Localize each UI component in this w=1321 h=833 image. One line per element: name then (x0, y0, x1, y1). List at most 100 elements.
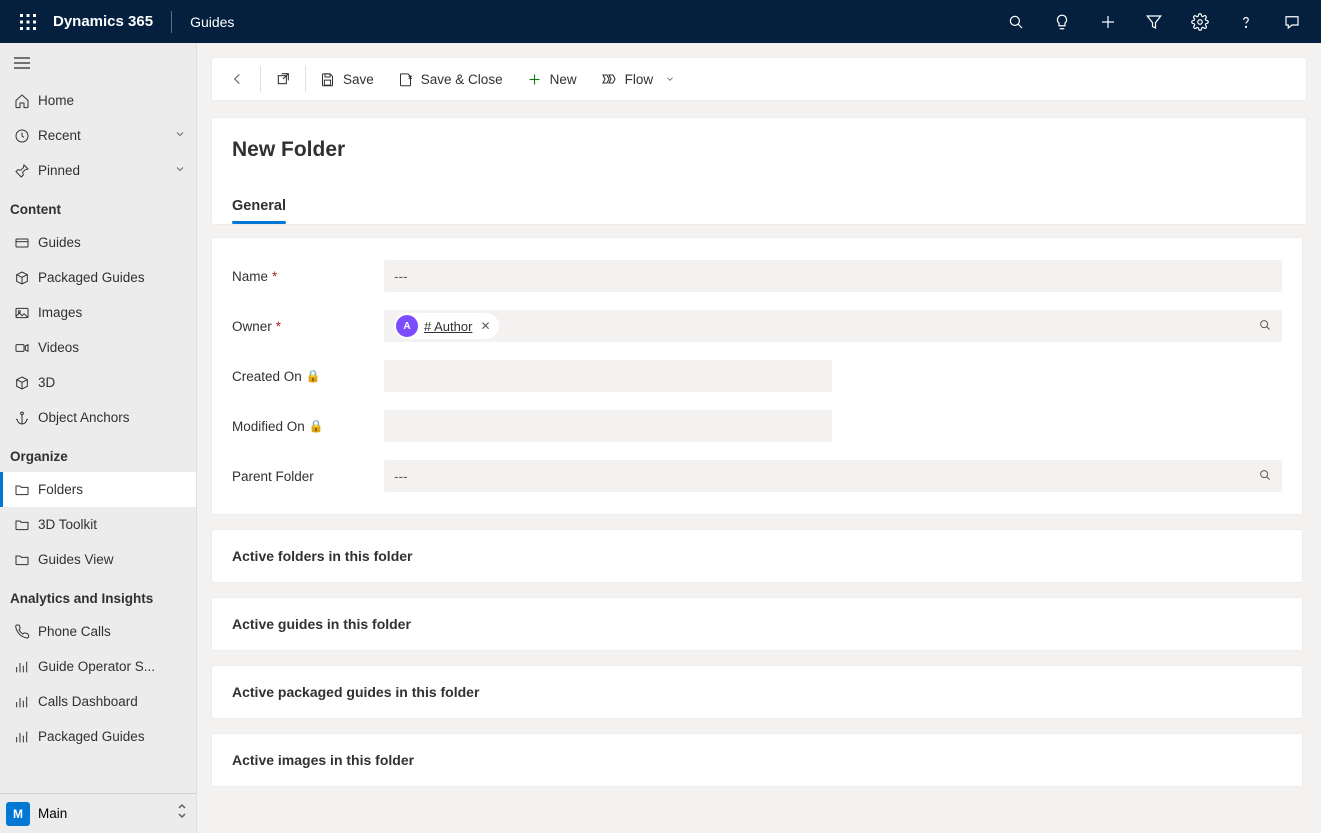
avatar: A (396, 315, 418, 337)
add-icon[interactable] (1085, 0, 1131, 43)
up-down-icon (176, 803, 188, 824)
nav-label: Guides View (38, 552, 186, 567)
flow-button[interactable]: Flow (589, 58, 688, 100)
active-images-section: Active images in this folder (211, 733, 1303, 787)
home-icon (14, 93, 38, 109)
nav-label: Guide Operator S... (38, 659, 186, 674)
chevron-down-icon (174, 128, 186, 143)
package-icon (14, 270, 38, 286)
divider (171, 11, 172, 33)
area-switcher[interactable]: M Main (0, 793, 196, 833)
nav-section-organize: Organize (0, 435, 196, 472)
chevron-down-icon (665, 74, 675, 84)
form-header: New Folder General (211, 117, 1307, 225)
nav-label: 3D (38, 375, 186, 390)
content-area: Save Save & Close New Flow New Folder Ge… (197, 43, 1321, 833)
owner-name[interactable]: # Author (424, 319, 472, 334)
help-icon[interactable] (1223, 0, 1269, 43)
name-field[interactable]: --- (384, 260, 1282, 292)
nav-home[interactable]: Home (0, 83, 196, 118)
settings-icon[interactable] (1177, 0, 1223, 43)
form-body[interactable]: Name * --- Owner * A # Author ✕ (211, 237, 1307, 833)
save-label: Save (343, 72, 374, 87)
new-label: New (550, 72, 577, 87)
owner-field[interactable]: A # Author ✕ (384, 310, 1282, 342)
nav-folders[interactable]: Folders (0, 472, 196, 507)
nav-packaged-guides-analytics[interactable]: Packaged Guides (0, 719, 196, 754)
nav-videos[interactable]: Videos (0, 330, 196, 365)
area-badge: M (6, 802, 30, 826)
folder-icon (14, 552, 38, 568)
parent-folder-field[interactable]: --- (384, 460, 1282, 492)
chevron-down-icon (174, 163, 186, 178)
active-packaged-section: Active packaged guides in this folder (211, 665, 1303, 719)
app-name[interactable]: Guides (190, 14, 234, 30)
clock-icon (14, 128, 38, 144)
phone-icon (14, 624, 38, 640)
chat-icon[interactable] (1269, 0, 1315, 43)
nav-guides[interactable]: Guides (0, 225, 196, 260)
filter-icon[interactable] (1131, 0, 1177, 43)
nav-calls-dashboard[interactable]: Calls Dashboard (0, 684, 196, 719)
command-bar: Save Save & Close New Flow (211, 57, 1307, 101)
nav-collapse-button[interactable] (0, 43, 196, 83)
created-on-field (384, 360, 832, 392)
owner-chip[interactable]: A # Author ✕ (394, 313, 499, 339)
save-close-label: Save & Close (421, 72, 503, 87)
nav-phone-calls[interactable]: Phone Calls (0, 614, 196, 649)
cube-icon (14, 375, 38, 391)
video-icon (14, 340, 38, 356)
nav-label: 3D Toolkit (38, 517, 186, 532)
nav-object-anchors[interactable]: Object Anchors (0, 400, 196, 435)
anchor-icon (14, 410, 38, 426)
active-guides-section: Active guides in this folder (211, 597, 1303, 651)
save-close-button[interactable]: Save & Close (386, 58, 515, 100)
nav-label: Pinned (38, 163, 174, 178)
nav-pinned[interactable]: Pinned (0, 153, 196, 188)
section-title: Active packaged guides in this folder (232, 684, 1282, 700)
chart-icon (14, 694, 38, 710)
nav-label: Phone Calls (38, 624, 186, 639)
nav-guides-view[interactable]: Guides View (0, 542, 196, 577)
tab-general[interactable]: General (232, 190, 286, 224)
active-folders-section: Active folders in this folder (211, 529, 1303, 583)
search-icon[interactable] (1258, 318, 1272, 335)
new-button[interactable]: New (515, 58, 589, 100)
nav-recent[interactable]: Recent (0, 118, 196, 153)
nav-images[interactable]: Images (0, 295, 196, 330)
left-nav: Home Recent Pinned Content Guides Packag… (0, 43, 197, 833)
modified-on-label: Modified On 🔒 (232, 419, 384, 434)
nav-label: Home (38, 93, 186, 108)
assistant-icon[interactable] (1039, 0, 1085, 43)
nav-section-analytics: Analytics and Insights (0, 577, 196, 614)
page-title: New Folder (232, 138, 1286, 162)
search-icon[interactable] (1258, 468, 1272, 485)
owner-label: Owner * (232, 319, 384, 334)
nav-packaged-guides[interactable]: Packaged Guides (0, 260, 196, 295)
nav-3d[interactable]: 3D (0, 365, 196, 400)
nav-label: Calls Dashboard (38, 694, 186, 709)
nav-label: Images (38, 305, 186, 320)
folder-icon (14, 517, 38, 533)
nav-3d-toolkit[interactable]: 3D Toolkit (0, 507, 196, 542)
remove-icon[interactable]: ✕ (478, 319, 492, 333)
save-button[interactable]: Save (308, 58, 386, 100)
modified-on-field (384, 410, 832, 442)
nav-label: Folders (38, 482, 186, 497)
parent-folder-label: Parent Folder (232, 469, 384, 484)
nav-guide-operator-sessions[interactable]: Guide Operator S... (0, 649, 196, 684)
open-new-window-button[interactable] (263, 58, 303, 100)
lock-icon: 🔒 (309, 419, 324, 433)
search-icon[interactable] (993, 0, 1039, 43)
nav-label: Guides (38, 235, 186, 250)
chart-icon (14, 729, 38, 745)
back-button[interactable] (218, 58, 258, 100)
area-label: Main (38, 806, 176, 821)
product-name: Dynamics 365 (53, 13, 153, 30)
section-title: Active images in this folder (232, 752, 1282, 768)
created-on-label: Created On 🔒 (232, 369, 384, 384)
app-launcher-icon[interactable] (6, 0, 49, 43)
nav-label: Videos (38, 340, 186, 355)
nav-label: Packaged Guides (38, 729, 186, 744)
top-bar: Dynamics 365 Guides (0, 0, 1321, 43)
